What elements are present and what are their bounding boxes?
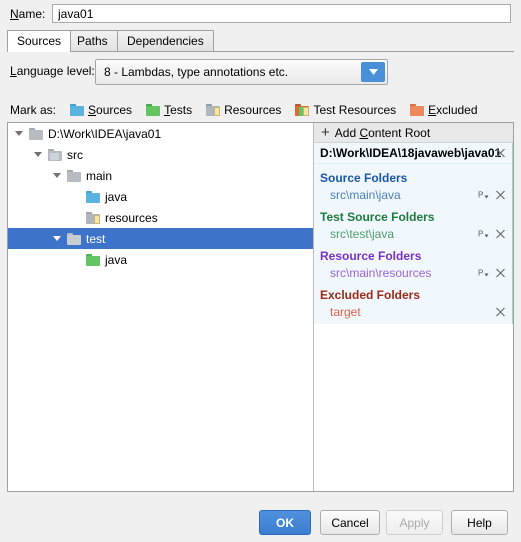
- mark-as-excluded-button[interactable]: Excluded: [410, 103, 478, 117]
- tree-row-label: src: [67, 147, 83, 162]
- remove-folder-icon[interactable]: [495, 189, 506, 200]
- add-content-root-button[interactable]: + Add Content Root: [314, 123, 513, 143]
- sources-panel: D:\Work\IDEA\java01 src main java resources t…: [7, 122, 514, 492]
- folder-excluded-icon: [410, 104, 425, 116]
- chevron-expanded-icon[interactable]: [51, 170, 62, 181]
- content-root-tree[interactable]: D:\Work\IDEA\java01 src main java resources t…: [8, 123, 313, 491]
- tree-arrow-placeholder: [70, 212, 81, 223]
- language-level-row: Language level: 8 - Lambdas, type annota…: [0, 58, 521, 88]
- folder-sources-icon: [86, 190, 100, 203]
- folder-entry-row[interactable]: target: [314, 303, 512, 320]
- folder-entry-path: target: [330, 304, 361, 319]
- mark-as-row: Mark as: Sources Tests Resources Test Re…: [0, 100, 521, 120]
- folder-entry-row[interactable]: src\main\resources P: [314, 264, 512, 281]
- mark-as-tests-button[interactable]: Tests: [146, 103, 192, 117]
- folder-group-header: Excluded Folders: [320, 288, 421, 302]
- tree-row[interactable]: src: [8, 144, 313, 165]
- folder-tests-icon: [146, 104, 161, 116]
- plus-icon: +: [321, 124, 330, 141]
- mark-as-resources-label: Resources: [224, 103, 282, 117]
- remove-folder-icon[interactable]: [495, 228, 506, 239]
- dialog-button-bar: OK Cancel Apply Help: [0, 500, 521, 542]
- svg-text:P: P: [478, 190, 483, 199]
- folder-module-icon: [48, 148, 62, 161]
- content-root-path-row: D:\Work\IDEA\18javaweb\java01: [314, 143, 512, 164]
- chevron-expanded-icon[interactable]: [51, 233, 62, 244]
- folder-resources-icon: [86, 211, 100, 224]
- tree-row-label: java: [105, 252, 128, 267]
- add-content-root-label: Add Content Root: [334, 125, 431, 140]
- content-root-path: D:\Work\IDEA\18javaweb\java01: [320, 146, 502, 160]
- tree-row[interactable]: resources: [8, 207, 313, 228]
- tab-sources[interactable]: Sources: [7, 30, 72, 52]
- remove-folder-icon[interactable]: [495, 267, 506, 278]
- folder-entry-row[interactable]: src\main\java P: [314, 186, 512, 203]
- mark-as-sources-label: Sources: [88, 103, 133, 117]
- folder-plain-icon: [67, 169, 81, 182]
- mark-as-test-resources-button[interactable]: Test Resources: [295, 103, 396, 117]
- chevron-expanded-icon[interactable]: [13, 128, 24, 139]
- svg-text:P: P: [478, 268, 483, 277]
- ok-button[interactable]: OK: [259, 510, 311, 535]
- chevron-expanded-icon[interactable]: [32, 149, 43, 160]
- folder-entry-path: src\main\java: [330, 187, 401, 202]
- folder-resources-icon: [206, 104, 221, 116]
- tree-arrow-placeholder: [70, 254, 81, 265]
- tree-row-label: D:\Work\IDEA\java01: [48, 126, 162, 141]
- folder-plain-icon: [67, 232, 81, 245]
- folder-test-resources-icon: [295, 104, 310, 116]
- tree-row-label: main: [86, 168, 113, 183]
- tree-row[interactable]: D:\Work\IDEA\java01: [8, 123, 313, 144]
- chevron-down-icon[interactable]: [361, 62, 385, 82]
- tab-dependencies[interactable]: Dependencies: [117, 30, 214, 51]
- folder-plain-icon: [29, 127, 43, 140]
- name-label: Name:: [10, 7, 46, 21]
- help-button[interactable]: Help: [451, 510, 508, 535]
- tree-row[interactable]: test: [8, 228, 313, 249]
- folder-group-header: Resource Folders: [320, 249, 422, 263]
- package-prefix-icon[interactable]: P: [478, 189, 490, 200]
- folder-entry-row[interactable]: src\test\java P: [314, 225, 512, 242]
- content-root-block: D:\Work\IDEA\18javaweb\java01 Source Fold…: [314, 143, 513, 324]
- folder-sources-icon: [70, 104, 85, 116]
- mark-as-label: Mark as:: [10, 103, 57, 117]
- apply-button: Apply: [386, 510, 443, 535]
- folder-tests-icon: [86, 253, 100, 266]
- mark-as-sources-button[interactable]: Sources: [70, 103, 132, 117]
- cancel-button[interactable]: Cancel: [320, 510, 380, 535]
- language-level-combobox[interactable]: 8 - Lambdas, type annotations etc.: [95, 59, 388, 85]
- tree-row[interactable]: java: [8, 186, 313, 207]
- language-level-label: Language level:: [10, 64, 95, 78]
- content-roots-panel: + Add Content Root D:\Work\IDEA\18javawe…: [314, 123, 513, 491]
- folder-entry-path: src\main\resources: [330, 265, 432, 280]
- tree-row[interactable]: java: [8, 249, 313, 270]
- mark-as-resources-button[interactable]: Resources: [206, 103, 281, 117]
- package-prefix-icon[interactable]: P: [478, 267, 490, 278]
- tree-row-label: test: [86, 231, 106, 246]
- folder-group-header: Source Folders: [320, 171, 408, 185]
- tree-row-label: java: [105, 189, 128, 204]
- mark-as-excluded-label: Excluded: [428, 103, 478, 117]
- tree-row[interactable]: main: [8, 165, 313, 186]
- name-input[interactable]: [52, 4, 511, 23]
- tree-row-label: resources: [105, 210, 158, 225]
- svg-text:P: P: [478, 229, 483, 238]
- remove-content-root-icon[interactable]: [495, 148, 506, 159]
- tree-arrow-placeholder: [70, 191, 81, 202]
- module-settings-dialog: Name: Sources Paths Dependencies Languag…: [0, 0, 521, 542]
- package-prefix-icon[interactable]: P: [478, 228, 490, 239]
- mark-as-test-resources-label: Test Resources: [313, 103, 397, 117]
- tab-bar: Sources Paths Dependencies: [0, 30, 521, 52]
- language-level-value: 8 - Lambdas, type annotations etc.: [104, 65, 289, 79]
- tab-paths[interactable]: Paths: [67, 30, 118, 51]
- mark-as-tests-label: Tests: [164, 103, 193, 117]
- folder-entry-path: src\test\java: [330, 226, 395, 241]
- remove-folder-icon[interactable]: [495, 306, 506, 317]
- folder-group-header: Test Source Folders: [320, 210, 435, 224]
